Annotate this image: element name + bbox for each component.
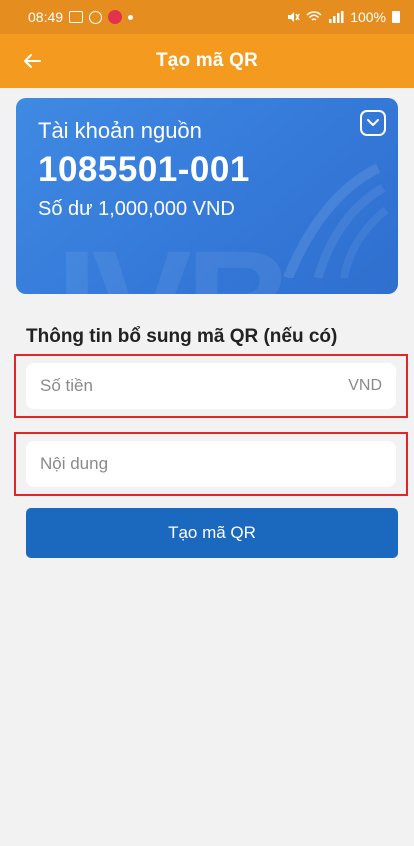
mute-icon bbox=[288, 12, 300, 22]
currency-suffix: VND bbox=[348, 377, 382, 394]
status-time: 08:49 bbox=[28, 9, 64, 25]
swoosh-decoration-icon bbox=[283, 163, 388, 278]
amount-field[interactable]: VND bbox=[26, 363, 396, 409]
status-left: 08:49 bbox=[28, 9, 134, 25]
arrow-left-icon bbox=[24, 54, 41, 68]
dot-icon bbox=[128, 14, 134, 20]
status-right: 100% bbox=[286, 9, 400, 25]
battery-percent: 100% bbox=[350, 9, 386, 25]
alarm-icon bbox=[89, 10, 103, 24]
create-qr-button[interactable]: Tạo mã QR bbox=[26, 508, 398, 558]
source-account-label: Tài khoản nguồn bbox=[38, 118, 202, 143]
account-card[interactable]: IVB Tài khoản nguồn 1085501-001 Số dư 1,… bbox=[16, 98, 398, 294]
wifi-icon bbox=[306, 11, 322, 21]
app-notification-icon bbox=[108, 10, 123, 24]
content-input[interactable] bbox=[40, 454, 382, 474]
chevron-down-icon bbox=[367, 119, 379, 126]
back-button[interactable] bbox=[14, 44, 50, 78]
signal-icon bbox=[329, 11, 344, 23]
qr-info-section-title: Thông tin bổ sung mã QR (nếu có) bbox=[26, 326, 338, 347]
amount-input[interactable] bbox=[40, 376, 349, 396]
battery-icon bbox=[392, 11, 400, 23]
page-title: Tạo mã QR bbox=[155, 50, 259, 71]
account-number: 1085501-001 bbox=[38, 150, 250, 189]
status-bar: 08:49 100% bbox=[0, 0, 414, 34]
app-bar: Tạo mã QR bbox=[0, 34, 414, 88]
content-field[interactable] bbox=[26, 441, 396, 487]
account-balance: Số dư 1,000,000 VND bbox=[38, 198, 235, 220]
account-select-button[interactable] bbox=[360, 110, 386, 136]
gallery-icon bbox=[69, 11, 84, 23]
